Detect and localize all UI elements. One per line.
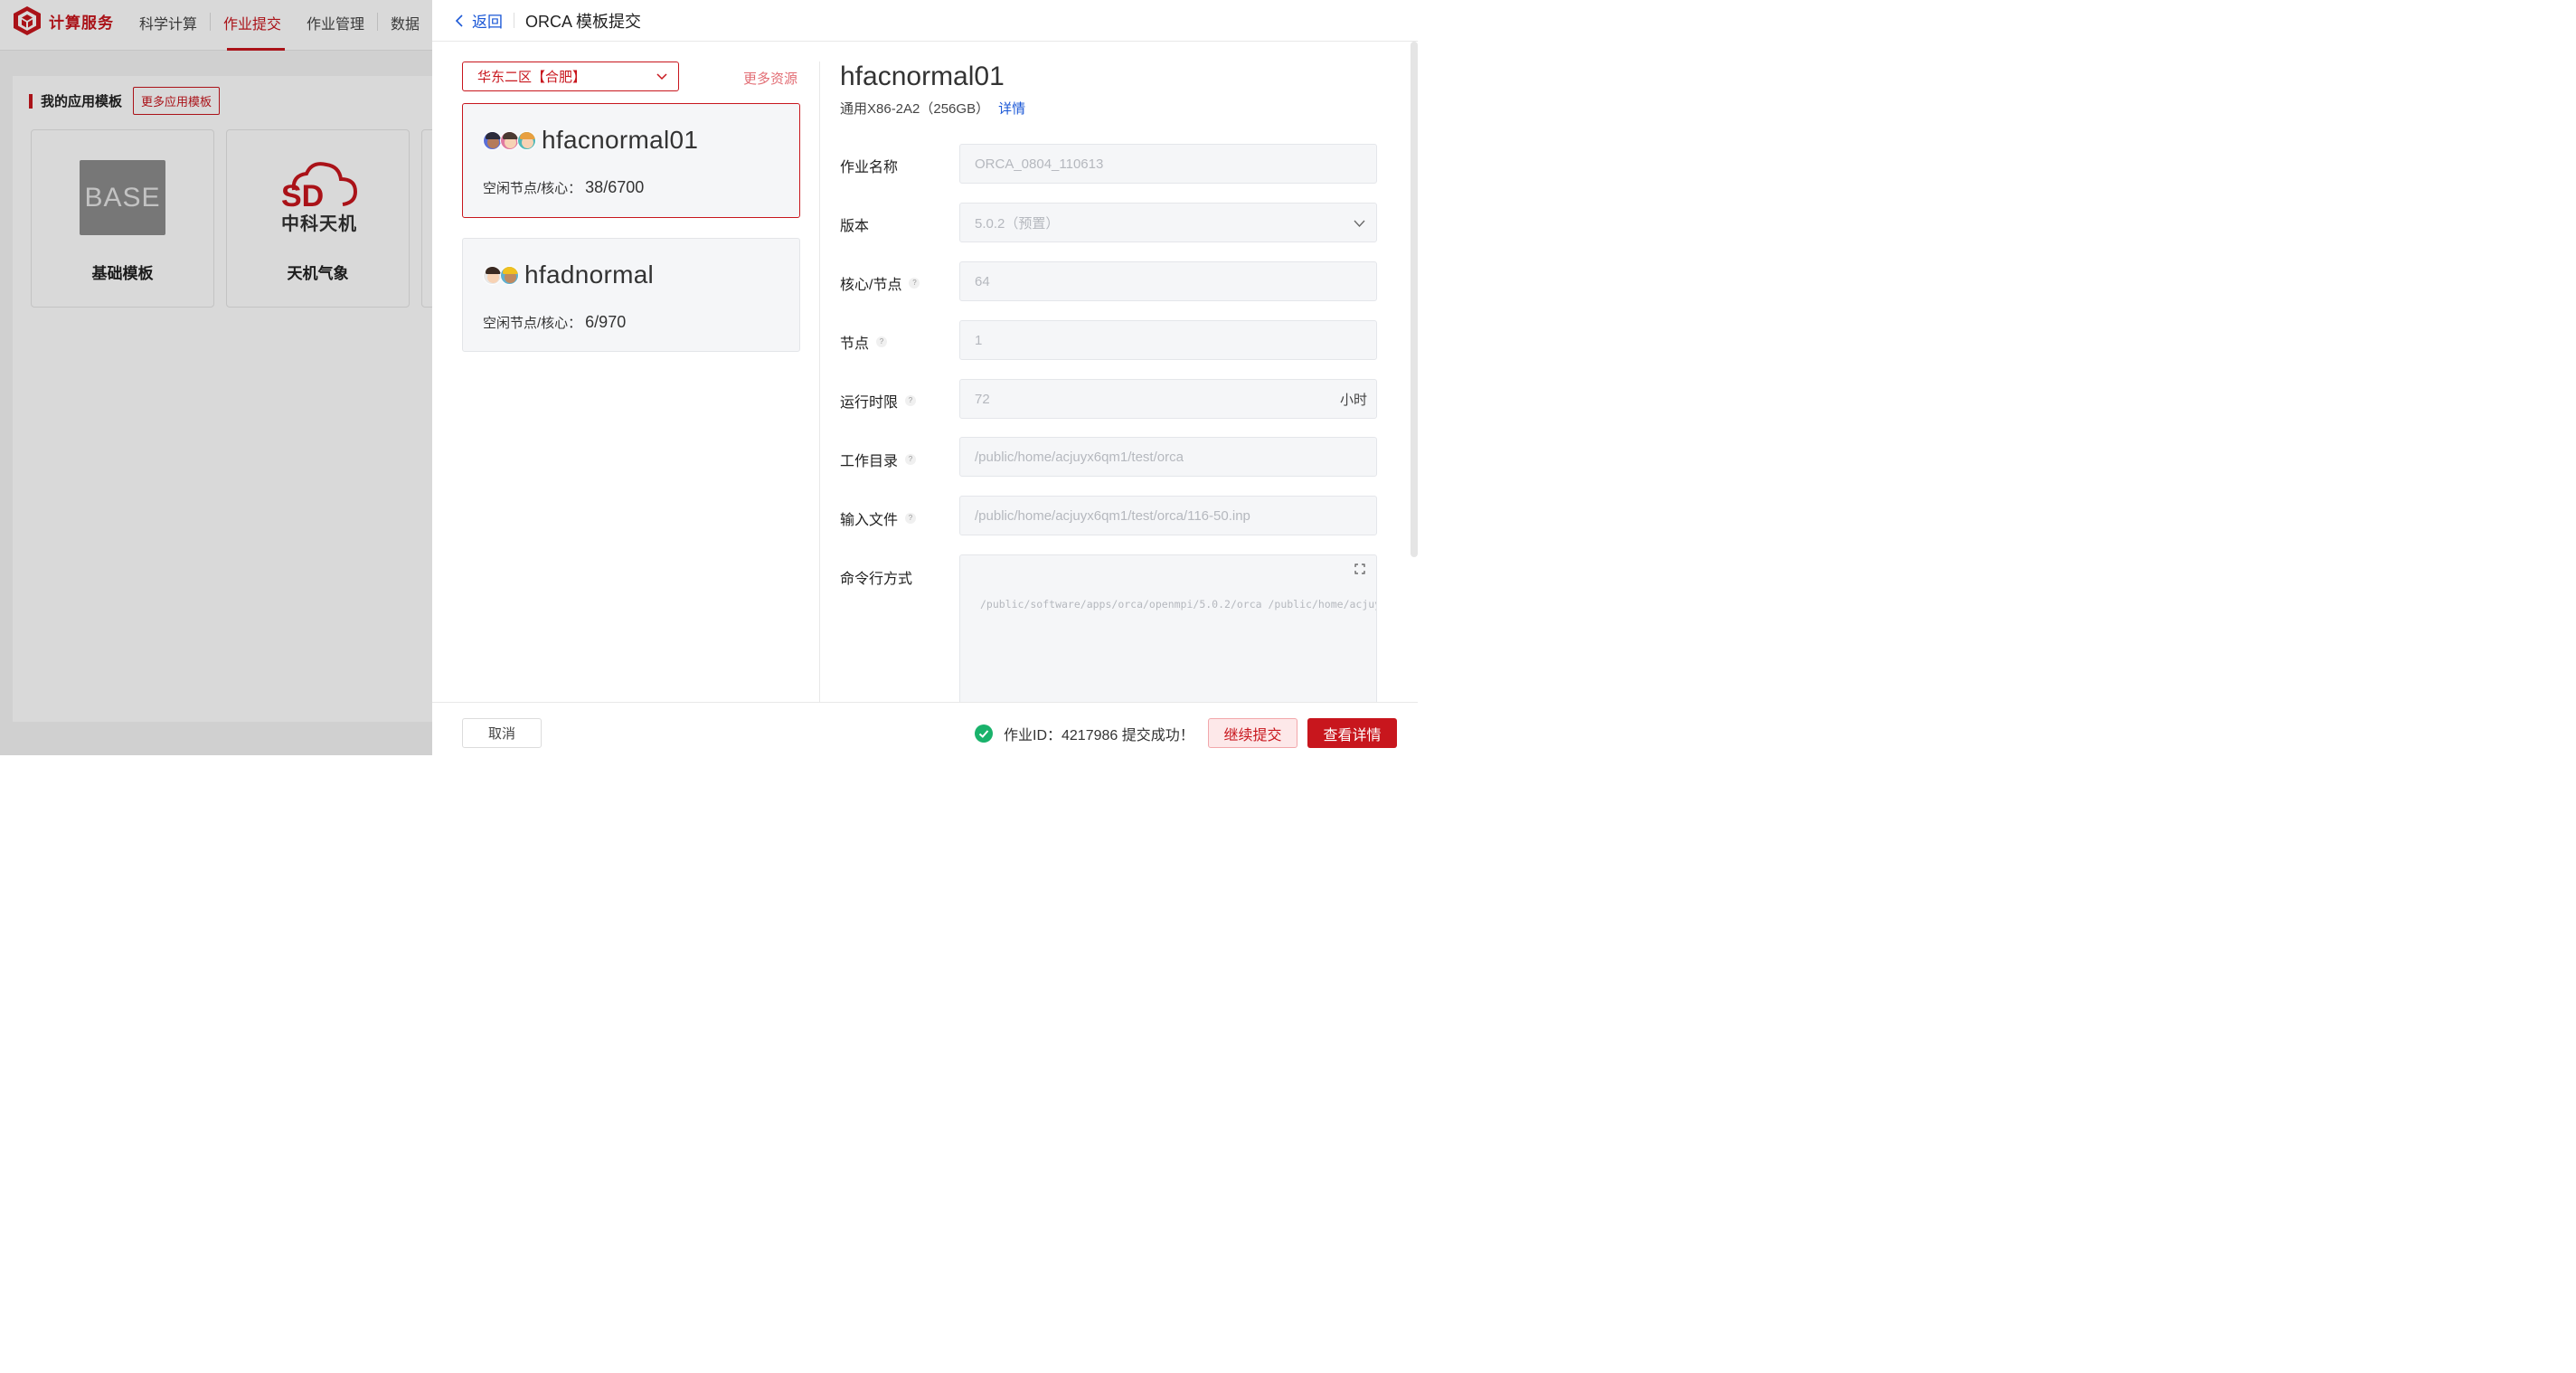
queue-spec: 通用X86-2A2（256GB） 详情 <box>840 99 1025 118</box>
queue-header: hfadnormal <box>483 260 654 289</box>
region-value: 华东二区【合肥】 <box>477 70 587 85</box>
cancel-button[interactable]: 取消 <box>462 718 542 748</box>
submit-drawer: 返回 ORCA 模板提交 华东二区【合肥】 更多资源 hfacnormal01 … <box>432 0 1418 755</box>
command-editor[interactable]: /public/software/apps/orca/openmpi/5.0.2… <box>959 554 1377 708</box>
version-value: 5.0.2（预置） <box>975 215 1060 232</box>
job-name-input[interactable]: ORCA_0804_110613 <box>959 144 1377 184</box>
workdir-input[interactable]: /public/home/acjuyx6qm1/test/orca <box>959 437 1377 477</box>
nodes-label: 节点? <box>840 331 888 353</box>
input-file-value: /public/home/acjuyx6qm1/test/orca/116-50… <box>975 507 1250 524</box>
more-resources-link[interactable]: 更多资源 <box>743 69 797 88</box>
drawer-footer: 取消 作业ID：4217986 提交成功！ 继续提交 查看详情 <box>432 702 1418 755</box>
cores-value: 64 <box>975 273 990 289</box>
runtime-unit: 小时 <box>1339 392 1367 408</box>
queue-name: hfadnormal <box>524 260 655 289</box>
user-avatars <box>483 130 536 150</box>
user-avatars <box>483 265 519 285</box>
avatar <box>500 130 519 150</box>
avatar <box>517 130 536 150</box>
cores-label: 核心/节点? <box>840 272 920 294</box>
chevron-down-icon <box>1354 220 1365 227</box>
drawer-scrollbar[interactable] <box>1411 42 1418 557</box>
region-select[interactable]: 华东二区【合肥】 <box>462 62 679 91</box>
runtime-value: 72 <box>975 391 990 407</box>
help-icon[interactable]: ? <box>905 454 917 465</box>
avatar <box>500 265 519 285</box>
command-label: 命令行方式 <box>840 572 913 587</box>
continue-submit-button[interactable]: 继续提交 <box>1208 718 1297 748</box>
queue-card[interactable]: hfadnormal 空闲节点/核心： 6/970 <box>462 238 800 352</box>
job-name-value: ORCA_0804_110613 <box>975 156 1104 172</box>
queue-card-selected[interactable]: hfacnormal01 空闲节点/核心： 38/6700 <box>462 103 800 218</box>
view-details-button[interactable]: 查看详情 <box>1307 718 1397 748</box>
input-file-input[interactable]: /public/home/acjuyx6qm1/test/orca/116-50… <box>959 496 1377 535</box>
queue-stat-label: 空闲节点/核心： <box>483 181 582 196</box>
input-file-label: 输入文件? <box>840 507 917 529</box>
version-select[interactable]: 5.0.2（预置） <box>959 203 1377 242</box>
cores-input[interactable]: 64 <box>959 261 1377 301</box>
chevron-left-icon <box>455 14 463 27</box>
queue-stats: 空闲节点/核心： 38/6700 <box>483 178 644 197</box>
avatar <box>483 130 502 150</box>
help-icon[interactable]: ? <box>909 278 920 289</box>
queue-stat-label: 空闲节点/核心： <box>483 316 582 331</box>
queue-stats: 空闲节点/核心： 6/970 <box>483 313 626 332</box>
drawer-title: ORCA 模板提交 <box>525 12 642 31</box>
drawer-header: 返回 ORCA 模板提交 <box>432 0 1418 42</box>
expand-icon[interactable] <box>1354 563 1365 574</box>
help-icon[interactable]: ? <box>876 336 888 347</box>
success-message: 作业ID：4217986 提交成功！ <box>975 723 1194 744</box>
queue-title: hfacnormal01 <box>840 62 1005 91</box>
runtime-input[interactable]: 72 小时 <box>959 379 1377 419</box>
queue-detail-link[interactable]: 详情 <box>998 101 1025 117</box>
queue-stat-value: 38/6700 <box>585 178 645 196</box>
workdir-label: 工作目录? <box>840 449 917 470</box>
avatar <box>483 265 502 285</box>
queue-header: hfacnormal01 <box>483 126 698 155</box>
success-text: 作业ID：4217986 提交成功！ <box>1004 728 1194 743</box>
help-icon[interactable]: ? <box>905 513 917 524</box>
command-text: /public/software/apps/orca/openmpi/5.0.2… <box>980 598 1377 611</box>
queue-name: hfacnormal01 <box>542 126 699 154</box>
chevron-down-icon <box>656 73 667 80</box>
queue-stat-value: 6/970 <box>585 313 627 331</box>
nodes-value: 1 <box>975 332 983 348</box>
check-circle-icon <box>975 724 993 743</box>
help-icon[interactable]: ? <box>905 395 917 406</box>
job-name-label: 作业名称 <box>840 160 899 175</box>
runtime-label: 运行时限? <box>840 390 917 412</box>
nodes-input[interactable]: 1 <box>959 320 1377 360</box>
column-divider <box>819 62 820 704</box>
queue-spec-text: 通用X86-2A2（256GB） <box>840 101 990 117</box>
back-label: 返回 <box>472 14 503 31</box>
workdir-value: /public/home/acjuyx6qm1/test/orca <box>975 449 1184 465</box>
back-button[interactable]: 返回 <box>454 9 503 32</box>
version-label: 版本 <box>840 219 870 234</box>
